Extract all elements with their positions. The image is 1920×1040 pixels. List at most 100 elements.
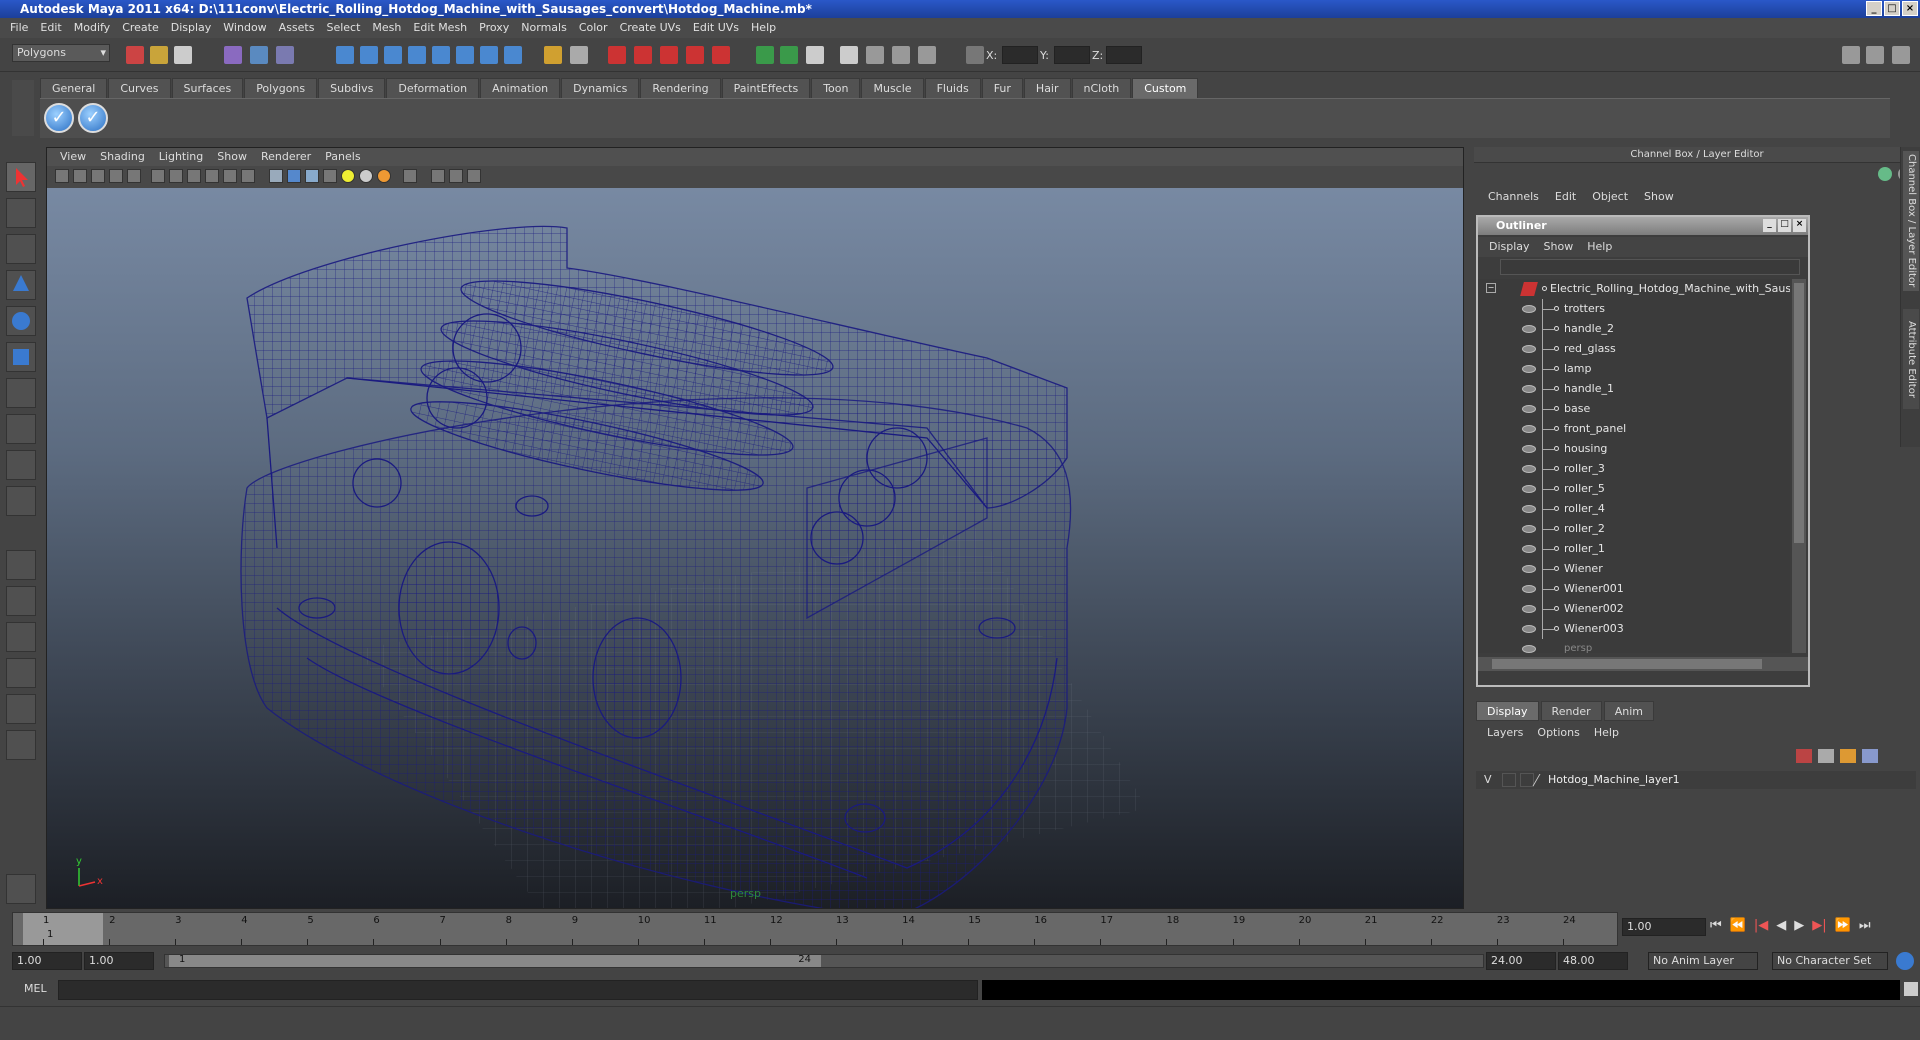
default-lighting-icon[interactable] [341,169,355,183]
manipulator-tool-icon[interactable] [6,378,36,408]
playback-start-field[interactable]: 1.00 [84,952,154,970]
menu-mesh[interactable]: Mesh [366,18,407,38]
play-forward-icon[interactable]: ▶ [1794,918,1804,933]
layer-template-toggle[interactable] [1502,773,1516,787]
viewport-persp[interactable]: View Shading Lighting Show Renderer Pane… [46,147,1464,909]
mode-dropdown[interactable]: Polygons ▾ [12,44,110,62]
step-forward-frame-icon[interactable]: ▶| [1812,918,1826,933]
quick-layout-icon[interactable] [6,874,36,904]
range-slider-handle[interactable]: 1 24 [169,954,821,967]
history-icon[interactable] [480,46,498,64]
wireframe-on-shaded-icon[interactable] [305,169,319,183]
single-perspective-layout-icon[interactable] [6,550,36,580]
x-field[interactable] [1002,46,1038,64]
layer-toggle-icon[interactable] [918,46,936,64]
render-settings-icon[interactable] [686,46,704,64]
select-component-icon[interactable] [276,46,294,64]
viewport-menu-panels[interactable]: Panels [318,148,367,166]
show-channel-box-icon[interactable] [1892,46,1910,64]
play-backward-icon[interactable]: ◀ [1776,918,1786,933]
outliner-item[interactable]: base [1478,399,1788,419]
lasso-tool-icon[interactable] [6,198,36,228]
shelf-tab-hair[interactable]: Hair [1023,78,1071,98]
outliner-item[interactable]: roller_5 [1478,479,1788,499]
film-gate-icon[interactable] [151,169,165,183]
menu-window[interactable]: Window [217,18,272,38]
current-time-field[interactable]: 1.00 [1622,918,1706,936]
side-tab-channel-box[interactable]: Channel Box / Layer Editor [1903,151,1919,291]
outliner-item[interactable]: Wiener003 [1478,619,1788,639]
anim-layer-dropdown[interactable]: No Anim Layer [1648,952,1758,970]
outliner-item[interactable]: Wiener002 [1478,599,1788,619]
menu-display[interactable]: Display [165,18,218,38]
show-attribute-editor-icon[interactable] [1842,46,1860,64]
outliner-item[interactable]: front_panel [1478,419,1788,439]
image-plane-icon[interactable] [109,169,123,183]
shelf-tab-animation[interactable]: Animation [480,78,561,98]
tab-anim[interactable]: Anim [1603,701,1654,721]
outliner-root-row[interactable]: − Electric_Rolling_Hotdog_Machine_with_S… [1478,279,1790,299]
shelf-tab-polygons[interactable]: Polygons [244,78,318,98]
all-lights-icon[interactable] [359,169,373,183]
transform-mode-icon[interactable] [966,46,984,64]
object-menu[interactable]: Object [1584,187,1636,207]
go-to-end-icon[interactable]: ⏭ [1859,918,1871,933]
checkmark-icon[interactable]: ✓ [78,103,108,133]
select-tool-icon[interactable] [6,162,36,192]
isolate-select-icon[interactable] [403,169,417,183]
menu-assets[interactable]: Assets [273,18,321,38]
outliner-item[interactable]: roller_1 [1478,539,1788,559]
layer-move-down-icon[interactable] [1862,749,1878,763]
last-tool-icon[interactable] [6,450,36,480]
layer-visibility-toggle[interactable]: V [1484,771,1492,789]
bookmark-icon[interactable] [91,169,105,183]
grid-toggle-icon[interactable] [127,169,141,183]
checkmark-icon[interactable]: ✓ [44,103,74,133]
y-field[interactable] [1054,46,1090,64]
custom-layout-icon[interactable] [6,730,36,760]
outliner-item[interactable]: Wiener [1478,559,1788,579]
channel-box-mode-icon[interactable] [1878,167,1892,181]
step-back-frame-icon[interactable]: |◀ [1754,918,1768,933]
shelf-tab-custom[interactable]: Custom [1132,78,1199,98]
attribute-editor-icon[interactable] [840,46,858,64]
smooth-shade-icon[interactable] [287,169,301,183]
playback-end-field[interactable]: 24.00 [1486,952,1556,970]
menu-help[interactable]: Help [745,18,782,38]
graph-layout-icon[interactable] [6,658,36,688]
new-scene-icon[interactable] [126,46,144,64]
input-relative-icon[interactable] [780,46,798,64]
layers-menu[interactable]: Layers [1480,723,1530,743]
menu-edit-mesh[interactable]: Edit Mesh [407,18,473,38]
camera-attributes-icon[interactable] [73,169,87,183]
outliner-item[interactable]: trotters [1478,299,1788,319]
select-object-icon[interactable] [250,46,268,64]
magnet-icon[interactable] [544,46,562,64]
four-view-layout-icon[interactable] [6,586,36,616]
script-editor-icon[interactable] [1904,982,1918,996]
snap-curve-icon[interactable] [360,46,378,64]
show-tool-settings-icon[interactable] [1866,46,1884,64]
channel-box-toggle-icon[interactable] [892,46,910,64]
shelf-tab-muscle[interactable]: Muscle [861,78,924,98]
show-menu[interactable]: Show [1636,187,1682,207]
field-chart-icon[interactable] [205,169,219,183]
step-forward-key-icon[interactable]: ⏩ [1835,918,1851,933]
rotate-tool-icon[interactable] [6,306,36,336]
animation-start-field[interactable]: 1.00 [12,952,82,970]
snap-point-icon[interactable] [384,46,402,64]
outliner-hscroll[interactable] [1478,657,1808,671]
options-menu[interactable]: Options [1530,723,1586,743]
range-slider-track[interactable]: 1 24 [164,954,1484,968]
shelf-tab-curves[interactable]: Curves [108,78,171,98]
outliner-item[interactable]: handle_2 [1478,319,1788,339]
hypershade-icon[interactable] [712,46,730,64]
outliner-item[interactable]: handle_1 [1478,379,1788,399]
layer-row[interactable]: V Hotdog_Machine_layer1 [1476,771,1916,789]
wireframe-model[interactable] [47,188,1464,909]
camera-select-icon[interactable] [55,169,69,183]
shelf-tab-rendering[interactable]: Rendering [640,78,721,98]
close-icon[interactable]: × [1793,219,1806,232]
current-frame-marker[interactable]: 1 [23,913,103,945]
xray-joints-icon[interactable] [449,169,463,183]
